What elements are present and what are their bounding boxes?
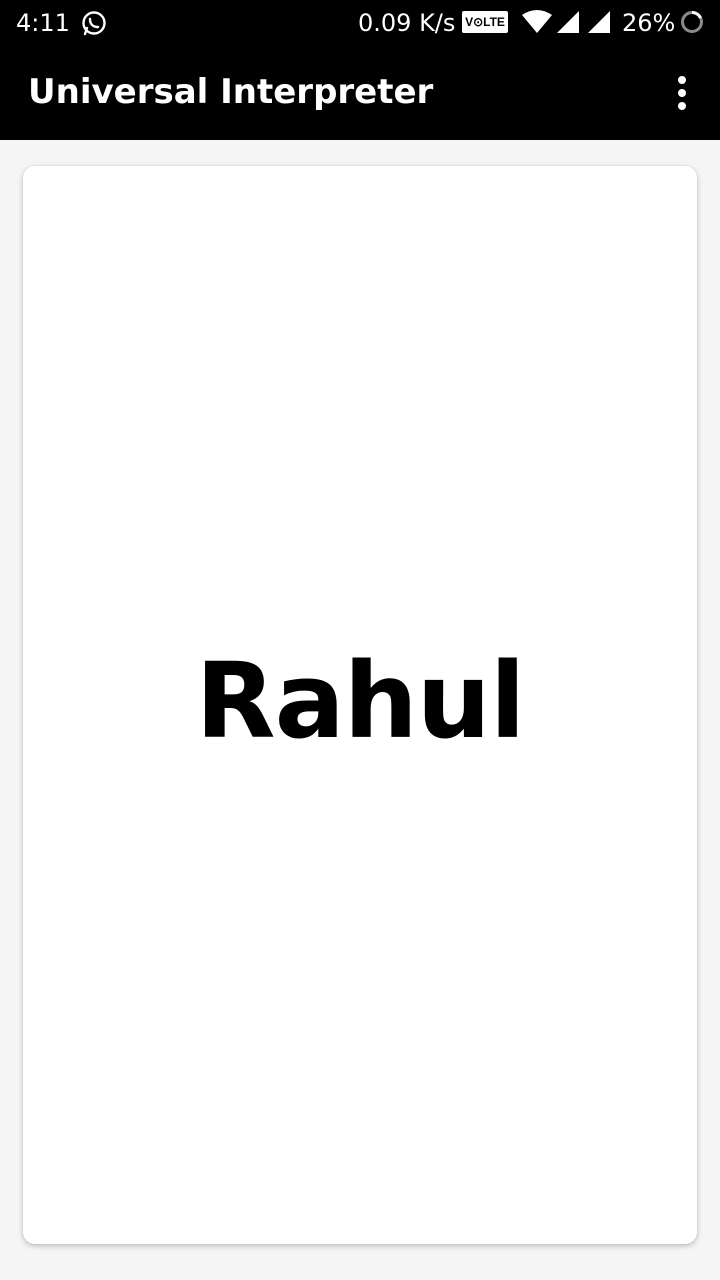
card-name-text: Rahul [195,640,526,762]
status-bar: 4:11 0.09 K/s V⊙LTE 26% [0,0,720,46]
battery-icon [679,9,705,35]
cell-signal-icon [555,9,581,35]
network-speed: 0.09 K/s [358,9,456,37]
name-card[interactable]: Rahul [23,166,697,1244]
cell-signal-icon [586,9,612,35]
wifi-icon [521,10,553,34]
more-vert-icon-dot [678,89,686,97]
whatsapp-icon [80,9,108,37]
more-vert-icon [678,76,686,84]
app-bar: Universal Interpreter [0,46,720,140]
battery-percent: 26% [622,9,676,37]
status-time: 4:11 [16,9,70,37]
app-title: Universal Interpreter [28,72,434,112]
more-vert-icon-dot [678,102,686,110]
more-options-button[interactable] [658,66,706,120]
volte-badge: V⊙LTE [462,11,508,33]
